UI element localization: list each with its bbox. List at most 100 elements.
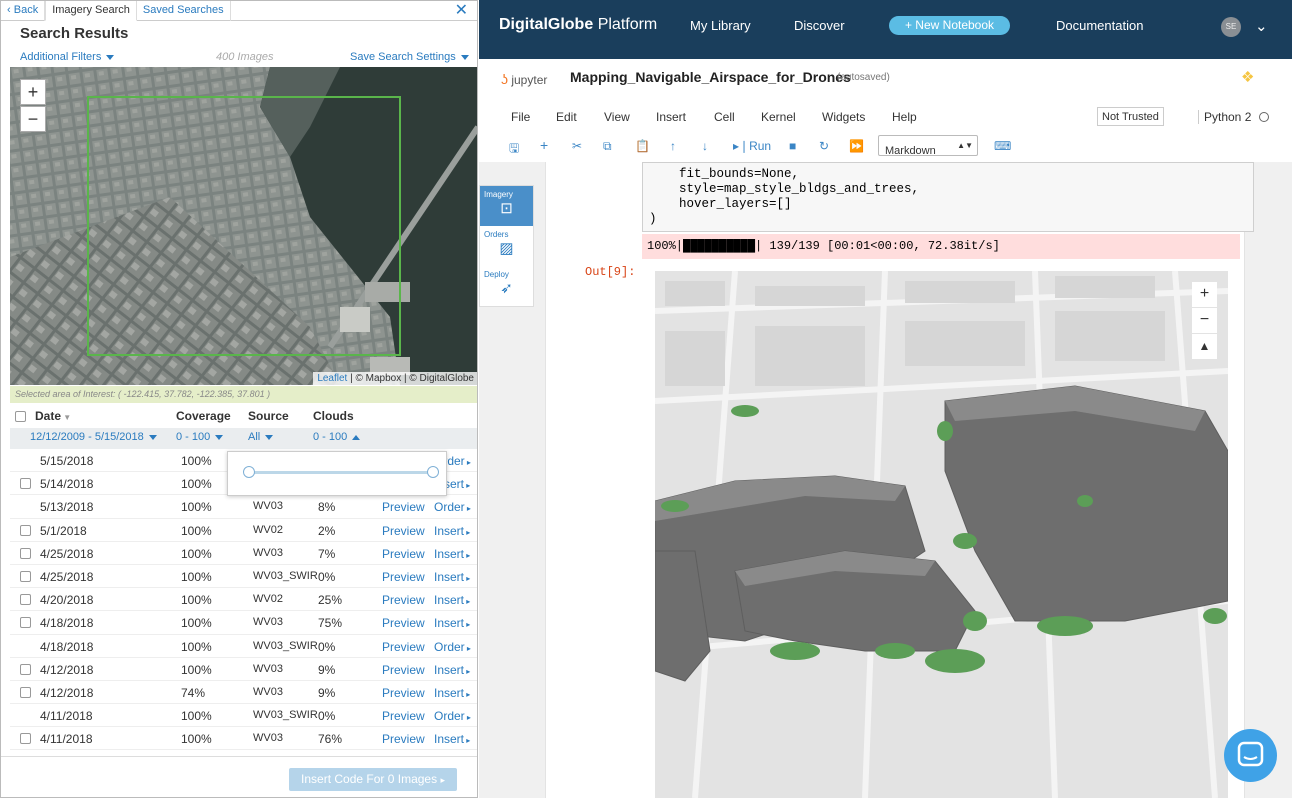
preview-link[interactable]: Preview	[382, 547, 425, 561]
menu-widgets[interactable]: Widgets	[822, 110, 865, 124]
cell-type-select[interactable]: Markdown ▲▼	[878, 135, 978, 157]
fast-forward-icon[interactable]: ⏩	[849, 139, 864, 153]
table-row[interactable]: 4/18/2018 100% WV03 75% Preview Insert ▸	[10, 611, 477, 635]
map-zoom-in-button[interactable]: +	[1192, 282, 1217, 307]
add-cell-icon[interactable]: +	[540, 137, 548, 153]
clouds-range-slider[interactable]	[227, 451, 447, 496]
move-down-icon[interactable]: ↓	[702, 139, 708, 153]
additional-filters-button[interactable]: Additional Filters	[20, 51, 115, 63]
row-action-link[interactable]: Insert ▸	[434, 686, 470, 700]
preview-link[interactable]: Preview	[382, 593, 425, 607]
row-checkbox[interactable]	[20, 663, 31, 675]
row-checkbox[interactable]	[20, 733, 31, 745]
row-action-link[interactable]: Order ▸	[434, 500, 471, 514]
satellite-map[interactable]: + − Leaflet | © Mapbox | © DigitalGlobe	[10, 67, 477, 385]
row-checkbox[interactable]	[20, 570, 31, 582]
clouds-filter[interactable]: 0 - 100	[313, 431, 361, 443]
keyboard-icon[interactable]: ⌨	[994, 139, 1011, 153]
table-row[interactable]: 4/11/2018 100% WV03_SWIR 0% Preview Order ▸	[10, 704, 477, 728]
preview-link[interactable]: Preview	[382, 732, 425, 746]
preview-link[interactable]: Preview	[382, 524, 425, 538]
row-action-link[interactable]: Insert ▸	[434, 524, 470, 538]
preview-link[interactable]: Preview	[382, 686, 425, 700]
notebook-title[interactable]: Mapping_Navigable_Airspace_for_Drones	[570, 69, 851, 85]
preview-link[interactable]: Preview	[382, 616, 425, 630]
row-action-link[interactable]: Insert ▸	[434, 732, 470, 746]
compass-icon[interactable]: ▲	[1192, 334, 1217, 359]
row-action-link[interactable]: Insert ▸	[434, 547, 470, 561]
row-checkbox[interactable]	[20, 617, 31, 629]
cut-icon[interactable]: ✂	[572, 139, 582, 153]
source-filter[interactable]: All	[248, 431, 274, 443]
column-clouds[interactable]: Clouds	[313, 409, 354, 423]
save-icon[interactable]: 🖫	[509, 139, 519, 160]
run-button[interactable]: ▸❘Run	[733, 139, 771, 153]
copy-icon[interactable]: ⧉	[603, 139, 612, 154]
row-checkbox[interactable]	[20, 686, 31, 698]
platform-logo[interactable]: DigitalGlobe Platform	[499, 16, 657, 34]
paste-icon[interactable]: 📋	[635, 139, 650, 153]
sidebar-item-deploy[interactable]: Deploy ➶	[480, 266, 533, 306]
menu-kernel[interactable]: Kernel	[761, 110, 796, 124]
row-action-link[interactable]: Insert ▸	[434, 570, 470, 584]
code-cell[interactable]: fit_bounds=None, style=map_style_bldgs_a…	[642, 162, 1254, 232]
menu-insert[interactable]: Insert	[656, 110, 686, 124]
column-date[interactable]: Date ▼	[35, 409, 71, 423]
date-filter[interactable]: 12/12/2009 - 5/15/2018	[30, 431, 157, 443]
move-up-icon[interactable]: ↑	[670, 139, 676, 153]
column-coverage[interactable]: Coverage	[176, 409, 231, 423]
preview-link[interactable]: Preview	[382, 570, 425, 584]
insert-code-button[interactable]: Insert Code For 0 Images ▸	[289, 768, 457, 791]
sidebar-item-imagery[interactable]: Imagery ⊡	[480, 186, 533, 226]
table-row[interactable]: 4/12/2018 74% WV03 9% Preview Insert ▸	[10, 681, 477, 705]
row-action-link[interactable]: Insert ▸	[434, 616, 470, 630]
zoom-out-button[interactable]: −	[20, 106, 46, 132]
row-checkbox[interactable]	[20, 594, 31, 606]
table-row[interactable]: 4/12/2018 100% WV03 9% Preview Insert ▸	[10, 658, 477, 681]
close-icon[interactable]: ✕	[455, 2, 468, 20]
tab-saved-searches[interactable]: Saved Searches	[137, 1, 231, 21]
sidebar-item-orders[interactable]: Orders ▨	[480, 226, 533, 266]
table-row[interactable]: 5/1/2018 100% WV02 2% Preview Insert ▸	[10, 519, 477, 542]
back-link[interactable]: ‹ Back	[1, 1, 46, 21]
table-row[interactable]: 5/13/2018 100% WV03 8% Preview Order ▸	[10, 495, 477, 519]
menu-cell[interactable]: Cell	[714, 110, 735, 124]
new-notebook-button[interactable]: + New Notebook	[889, 16, 1010, 35]
preview-link[interactable]: Preview	[382, 709, 425, 723]
menu-view[interactable]: View	[604, 110, 630, 124]
tab-imagery-search[interactable]: Imagery Search	[45, 1, 137, 21]
zoom-in-button[interactable]: +	[20, 79, 46, 105]
3d-building-map[interactable]: + − ▲	[655, 271, 1228, 798]
coverage-filter[interactable]: 0 - 100	[176, 431, 224, 443]
nav-my-library[interactable]: My Library	[690, 18, 751, 33]
preview-link[interactable]: Preview	[382, 500, 425, 514]
table-row[interactable]: 4/20/2018 100% WV02 25% Preview Insert ▸	[10, 588, 477, 612]
select-all-checkbox[interactable]	[15, 411, 26, 422]
nav-discover[interactable]: Discover	[794, 18, 845, 33]
menu-file[interactable]: File	[511, 110, 530, 124]
save-search-settings-button[interactable]: Save Search Settings	[350, 51, 469, 63]
row-action-link[interactable]: Insert ▸	[434, 663, 470, 677]
row-action-link[interactable]: Insert ▸	[434, 593, 470, 607]
table-row[interactable]: 4/25/2018 100% WV03_SWIR 0% Preview Insert ▸	[10, 565, 477, 589]
row-checkbox[interactable]	[20, 524, 31, 536]
preview-link[interactable]: Preview	[382, 663, 425, 677]
stop-icon[interactable]: ■	[789, 139, 796, 153]
chevron-down-icon[interactable]: ⌄	[1255, 17, 1268, 35]
table-row[interactable]: 4/18/2018 100% WV03_SWIR 0% Preview Order ▸	[10, 635, 477, 658]
chat-button[interactable]	[1224, 729, 1277, 782]
leaflet-link[interactable]: Leaflet	[317, 373, 347, 384]
row-action-link[interactable]: Order ▸	[434, 709, 471, 723]
avatar[interactable]: SE	[1221, 17, 1241, 37]
row-checkbox[interactable]	[20, 478, 31, 490]
menu-help[interactable]: Help	[892, 110, 917, 124]
column-source[interactable]: Source	[248, 409, 289, 423]
nav-documentation[interactable]: Documentation	[1056, 18, 1143, 33]
preview-link[interactable]: Preview	[382, 640, 425, 654]
menu-edit[interactable]: Edit	[556, 110, 577, 124]
row-checkbox[interactable]	[20, 547, 31, 559]
not-trusted-badge[interactable]: Not Trusted	[1097, 107, 1164, 126]
row-action-link[interactable]: Order ▸	[434, 640, 471, 654]
restart-icon[interactable]: ↻	[819, 139, 829, 153]
map-zoom-out-button[interactable]: −	[1192, 308, 1217, 333]
